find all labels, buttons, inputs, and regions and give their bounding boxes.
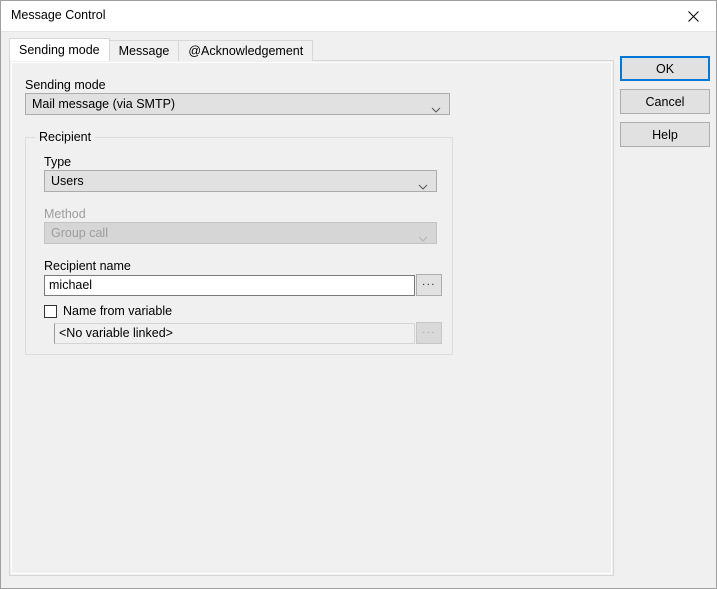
type-value: Users	[51, 174, 84, 188]
recipient-groupbox: Recipient Type Users Method Group call R…	[25, 130, 453, 355]
name-from-variable-checkbox[interactable]: Name from variable	[44, 304, 172, 318]
sending-mode-value: Mail message (via SMTP)	[32, 97, 176, 111]
recipient-name-input[interactable]: michael	[44, 275, 415, 296]
tab-content-panel: Sending mode Mail message (via SMTP) Rec…	[9, 60, 614, 576]
cancel-button-label: Cancel	[645, 94, 685, 109]
sending-mode-combo[interactable]: Mail message (via SMTP)	[25, 93, 450, 115]
recipient-groupbox-title: Recipient	[35, 130, 96, 144]
method-value: Group call	[51, 226, 108, 240]
close-button[interactable]	[670, 1, 716, 31]
variable-link-input: <No variable linked>	[54, 323, 415, 344]
tab-sending-mode[interactable]: Sending mode	[9, 38, 110, 61]
sending-mode-label: Sending mode	[25, 78, 106, 92]
tab-label: Sending mode	[19, 43, 100, 57]
ok-button[interactable]: OK	[620, 56, 710, 81]
chevron-down-icon	[418, 179, 428, 190]
tab-message[interactable]: Message	[108, 40, 180, 61]
checkbox-box-icon	[44, 304, 57, 318]
dialog-window: Message Control Sending mode Message @Ac…	[0, 0, 717, 589]
chevron-down-icon	[418, 231, 428, 242]
tab-label: Message	[118, 44, 170, 58]
variable-link-value: <No variable linked>	[59, 326, 173, 340]
method-label: Method	[44, 207, 86, 221]
title-bar: Message Control	[1, 1, 716, 32]
method-combo: Group call	[44, 222, 437, 244]
chevron-down-icon	[431, 102, 441, 113]
variable-link-browse-button: ...	[416, 322, 442, 344]
tab-strip: Sending mode Message @Acknowledgement	[9, 38, 314, 61]
ok-button-label: OK	[655, 61, 675, 76]
recipient-name-label: Recipient name	[44, 259, 131, 273]
recipient-name-value: michael	[49, 278, 93, 292]
ellipsis-icon: ...	[422, 324, 436, 336]
help-button[interactable]: Help	[620, 122, 710, 147]
ellipsis-icon: ...	[422, 276, 436, 288]
cancel-button[interactable]: Cancel	[620, 89, 710, 114]
tab-acknowledgement[interactable]: @Acknowledgement	[178, 40, 314, 61]
recipient-name-browse-button[interactable]: ...	[416, 274, 442, 296]
close-icon	[687, 10, 699, 22]
help-button-label: Help	[652, 127, 678, 142]
name-from-variable-label: Name from variable	[63, 304, 173, 318]
window-title: Message Control	[11, 8, 106, 22]
tab-label: @Acknowledgement	[188, 44, 304, 58]
type-combo[interactable]: Users	[44, 170, 437, 192]
type-label: Type	[44, 155, 72, 169]
